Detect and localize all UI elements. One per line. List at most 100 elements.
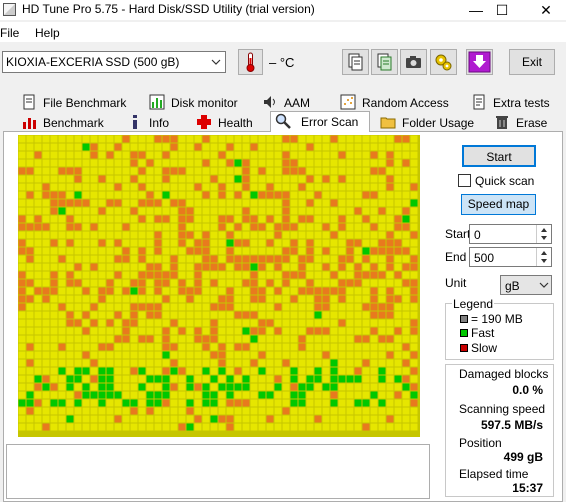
scan-block xyxy=(226,303,234,311)
scan-block xyxy=(178,319,186,327)
scan-block xyxy=(186,223,194,231)
scan-block xyxy=(130,263,138,271)
scan-block xyxy=(82,271,90,279)
scan-block xyxy=(410,215,418,223)
scan-block xyxy=(98,239,106,247)
scan-block xyxy=(74,215,82,223)
scan-block xyxy=(170,319,178,327)
quick-scan-checkbox[interactable] xyxy=(458,174,471,187)
options-button[interactable] xyxy=(430,49,457,75)
scan-block xyxy=(186,279,194,287)
scan-block xyxy=(42,223,50,231)
scan-block xyxy=(322,191,330,199)
scan-block xyxy=(402,319,410,327)
maximize-icon[interactable]: ☐ xyxy=(484,0,520,20)
scan-block xyxy=(346,191,354,199)
unit-select[interactable]: gB xyxy=(500,275,552,295)
scan-block xyxy=(370,279,378,287)
scan-block xyxy=(154,343,162,351)
scan-block xyxy=(82,327,90,335)
scan-block xyxy=(90,351,98,359)
tab-disk-monitor[interactable]: Disk monitor xyxy=(145,93,255,113)
scan-block xyxy=(218,287,226,295)
scan-block xyxy=(322,183,330,191)
scan-block xyxy=(306,375,314,383)
window-title: HD Tune Pro 5.75 - Hard Disk/SSD Utility… xyxy=(22,2,315,16)
scan-block xyxy=(186,303,194,311)
scan-block xyxy=(202,399,210,407)
scan-block xyxy=(242,383,250,391)
tab-extra-tests[interactable]: Extra tests xyxy=(467,93,557,113)
scan-block xyxy=(154,159,162,167)
spin-arrows-icon[interactable] xyxy=(536,225,551,243)
copy-image-button[interactable] xyxy=(371,49,398,75)
scan-block xyxy=(370,391,378,399)
scan-block xyxy=(242,319,250,327)
scan-block xyxy=(210,311,218,319)
scan-block xyxy=(66,231,74,239)
start-spinbox[interactable]: 0 xyxy=(469,224,552,244)
scan-block xyxy=(306,167,314,175)
scan-block xyxy=(82,175,90,183)
scan-block xyxy=(234,255,242,263)
scan-block xyxy=(114,231,122,239)
menu-file[interactable]: File xyxy=(0,26,19,40)
scan-block xyxy=(362,303,370,311)
scan-block xyxy=(26,423,34,431)
scan-block xyxy=(322,391,330,399)
tab-aam[interactable]: AAM xyxy=(258,93,334,113)
scan-block xyxy=(98,247,106,255)
tab-erase[interactable]: Erase xyxy=(490,113,556,133)
scan-block xyxy=(122,415,130,423)
scan-block xyxy=(58,175,66,183)
scan-block xyxy=(130,359,138,367)
start-button[interactable]: Start xyxy=(462,145,536,167)
tab-folder-usage[interactable]: Folder Usage xyxy=(376,113,476,133)
close-icon[interactable]: ✕ xyxy=(528,0,564,20)
scan-block xyxy=(298,199,306,207)
save-button[interactable] xyxy=(466,49,493,75)
spin-arrows-icon[interactable] xyxy=(536,248,551,266)
scan-block xyxy=(258,135,266,143)
temperature-button[interactable] xyxy=(238,49,263,75)
menu-help[interactable]: Help xyxy=(35,26,60,40)
tab-benchmark[interactable]: Benchmark xyxy=(17,113,117,133)
tab-error-scan[interactable]: Error Scan xyxy=(270,111,370,132)
scan-block xyxy=(146,167,154,175)
scan-block xyxy=(322,327,330,335)
exit-button[interactable]: Exit xyxy=(509,49,555,75)
tab-file-benchmark[interactable]: File Benchmark xyxy=(17,93,142,113)
screenshot-button[interactable] xyxy=(400,49,427,75)
scan-block xyxy=(322,335,330,343)
scan-block xyxy=(402,231,410,239)
scan-block xyxy=(90,159,98,167)
scan-block xyxy=(50,135,58,143)
scan-block xyxy=(402,239,410,247)
scan-block xyxy=(130,407,138,415)
tab-random-access[interactable]: Random Access xyxy=(336,93,449,113)
scan-block xyxy=(34,271,42,279)
scan-block xyxy=(202,167,210,175)
tab-health[interactable]: Health xyxy=(192,113,264,133)
scan-block xyxy=(66,287,74,295)
scan-block xyxy=(122,367,130,375)
scan-block xyxy=(66,399,74,407)
scan-block xyxy=(258,167,266,175)
scan-block xyxy=(170,303,178,311)
scan-block xyxy=(122,215,130,223)
copy-text-button[interactable] xyxy=(342,49,369,75)
scan-block xyxy=(322,423,330,431)
speed-map-button[interactable]: Speed map xyxy=(461,194,536,215)
scan-block xyxy=(42,159,50,167)
scan-block xyxy=(346,391,354,399)
scan-block xyxy=(322,151,330,159)
scan-block xyxy=(50,151,58,159)
end-spinbox[interactable]: 500 xyxy=(469,247,552,267)
scan-block xyxy=(138,359,146,367)
tab-info[interactable]: Info xyxy=(123,113,189,133)
scan-block xyxy=(146,239,154,247)
scan-block xyxy=(306,143,314,151)
scan-block xyxy=(394,407,402,415)
scan-block xyxy=(338,311,346,319)
scan-block xyxy=(242,271,250,279)
